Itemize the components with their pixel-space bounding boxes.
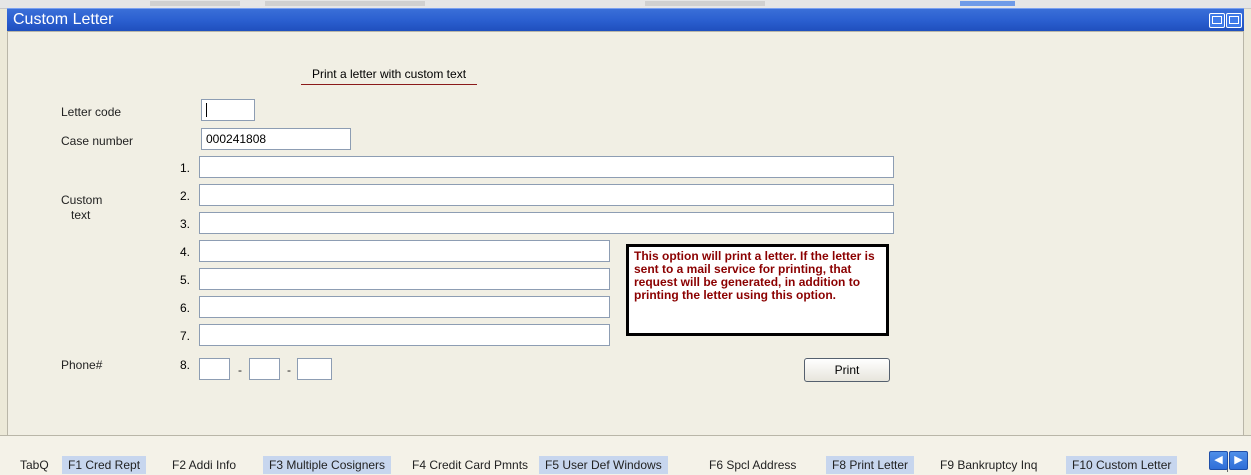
line-number-8: 8. [179,358,190,372]
custom-text-line-5[interactable] [199,268,610,290]
phone-separator: - [238,363,242,377]
print-button[interactable]: Print [804,358,890,382]
tab-tabq[interactable]: TabQ [14,456,55,474]
arrow-left-icon[interactable]: ◀ [1209,451,1228,470]
tab-f1-cred-rept[interactable]: F1 Cred Rept [62,456,147,474]
custom-text-line-3[interactable] [199,212,894,234]
case-number-label: Case number [61,134,134,148]
function-key-bar: TabQ F1 Cred Rept F2 Addi Info F3 Multip… [0,435,1251,475]
maximize-icon[interactable] [1226,13,1242,28]
tab-f3-multiple-cosigners[interactable]: F3 Multiple Cosigners [263,456,392,474]
custom-text-line-1[interactable] [199,156,894,178]
line-number-5: 5. [179,273,190,287]
window-title: Custom Letter [13,11,114,28]
phone-separator: - [287,363,291,377]
form-panel: Print a letter with custom text Letter c… [7,31,1244,436]
line-number-3: 3. [179,217,190,231]
phone-prefix-input[interactable] [249,358,280,380]
tab-f6-spcl-address[interactable]: F6 Spcl Address [703,456,802,474]
custom-text-line-2[interactable] [199,184,894,206]
line-number-7: 7. [179,329,190,343]
custom-text-line-7[interactable] [199,324,610,346]
tab-f8-print-letter[interactable]: F8 Print Letter [826,456,915,474]
tab-f9-bankruptcy-inq[interactable]: F9 Bankruptcy Inq [934,456,1043,474]
custom-text-label: Custom [61,193,103,207]
info-note: This option will print a letter. If the … [626,244,889,336]
title-bar[interactable]: Custom Letter [7,8,1244,31]
letter-code-label: Letter code [61,105,122,119]
heading-underline [301,84,477,85]
line-number-2: 2. [179,189,190,203]
phone-label: Phone# [61,358,103,372]
line-number-1: 1. [179,161,190,175]
arrow-right-icon[interactable]: ▶ [1229,451,1248,470]
custom-text-line-4[interactable] [199,240,610,262]
custom-text-label-line2: text [71,208,91,222]
tab-f4-credit-card-pmnts[interactable]: F4 Credit Card Pmnts [406,456,534,474]
line-number-6: 6. [179,301,190,315]
text-caret [206,103,207,117]
phone-area-input[interactable] [199,358,230,380]
case-number-input[interactable]: 000241808 [201,128,351,150]
letter-code-input[interactable] [201,99,255,121]
form-heading: Print a letter with custom text [311,67,467,81]
restore-icon[interactable] [1209,13,1225,28]
custom-text-line-6[interactable] [199,296,610,318]
tab-f2-addi-info[interactable]: F2 Addi Info [166,456,242,474]
tab-f10-custom-letter[interactable]: F10 Custom Letter [1066,456,1178,474]
line-number-4: 4. [179,245,190,259]
phone-suffix-input[interactable] [297,358,332,380]
tab-f5-user-def-windows[interactable]: F5 User Def Windows [539,456,668,474]
